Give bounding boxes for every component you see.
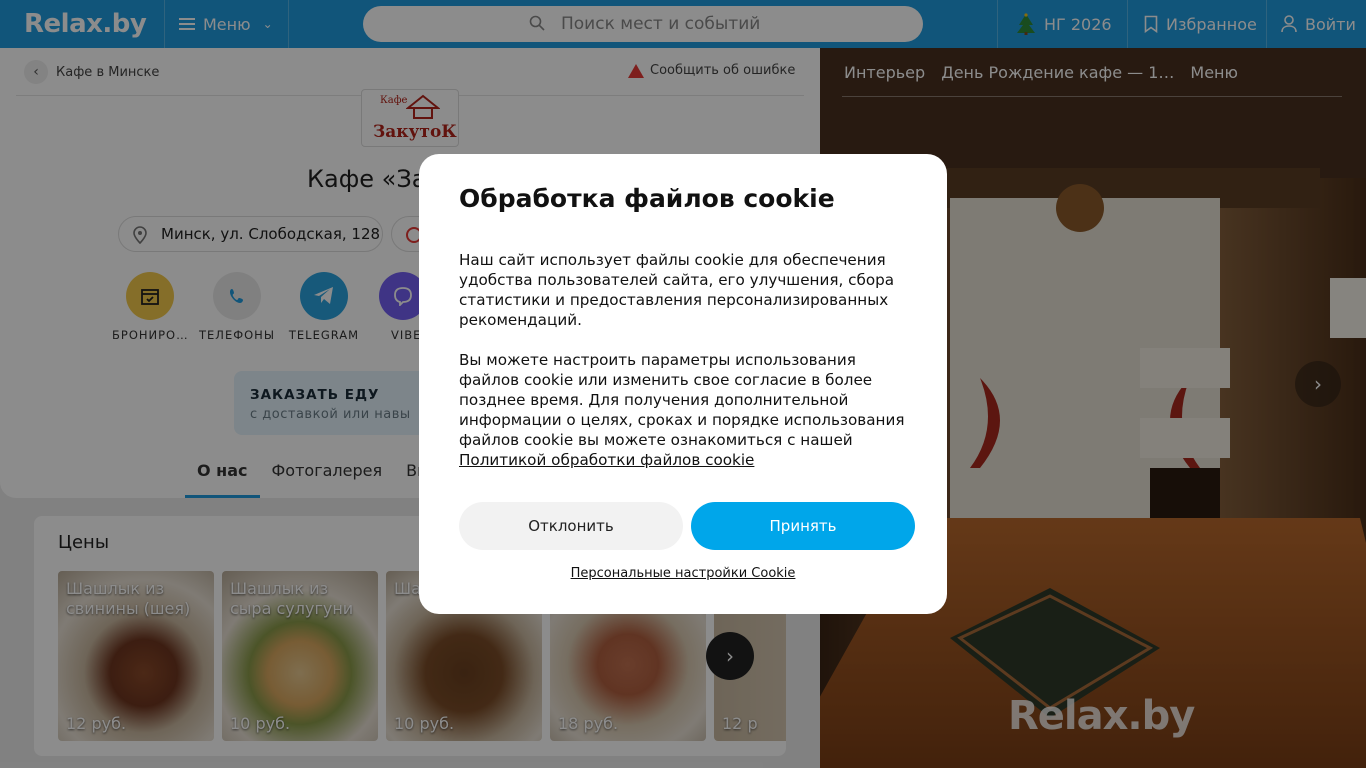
cookie-paragraph-2: Вы можете настроить параметры использова… [459,350,909,470]
decline-button[interactable]: Отклонить [459,502,683,550]
cookie-settings-link[interactable]: Персональные настройки Cookie [419,566,947,581]
accept-button[interactable]: Принять [691,502,915,550]
cookie-dialog-title: Обработка файлов cookie [459,184,835,213]
cookie-paragraph-1: Наш сайт использует файлы cookie для обе… [459,251,895,329]
cookie-dialog: Обработка файлов cookie Наш сайт использ… [419,154,947,614]
cookie-policy-link[interactable]: Политикой обработки файлов cookie [459,451,754,469]
cookie-paragraph-2-text: Вы можете настроить параметры использова… [459,351,905,449]
